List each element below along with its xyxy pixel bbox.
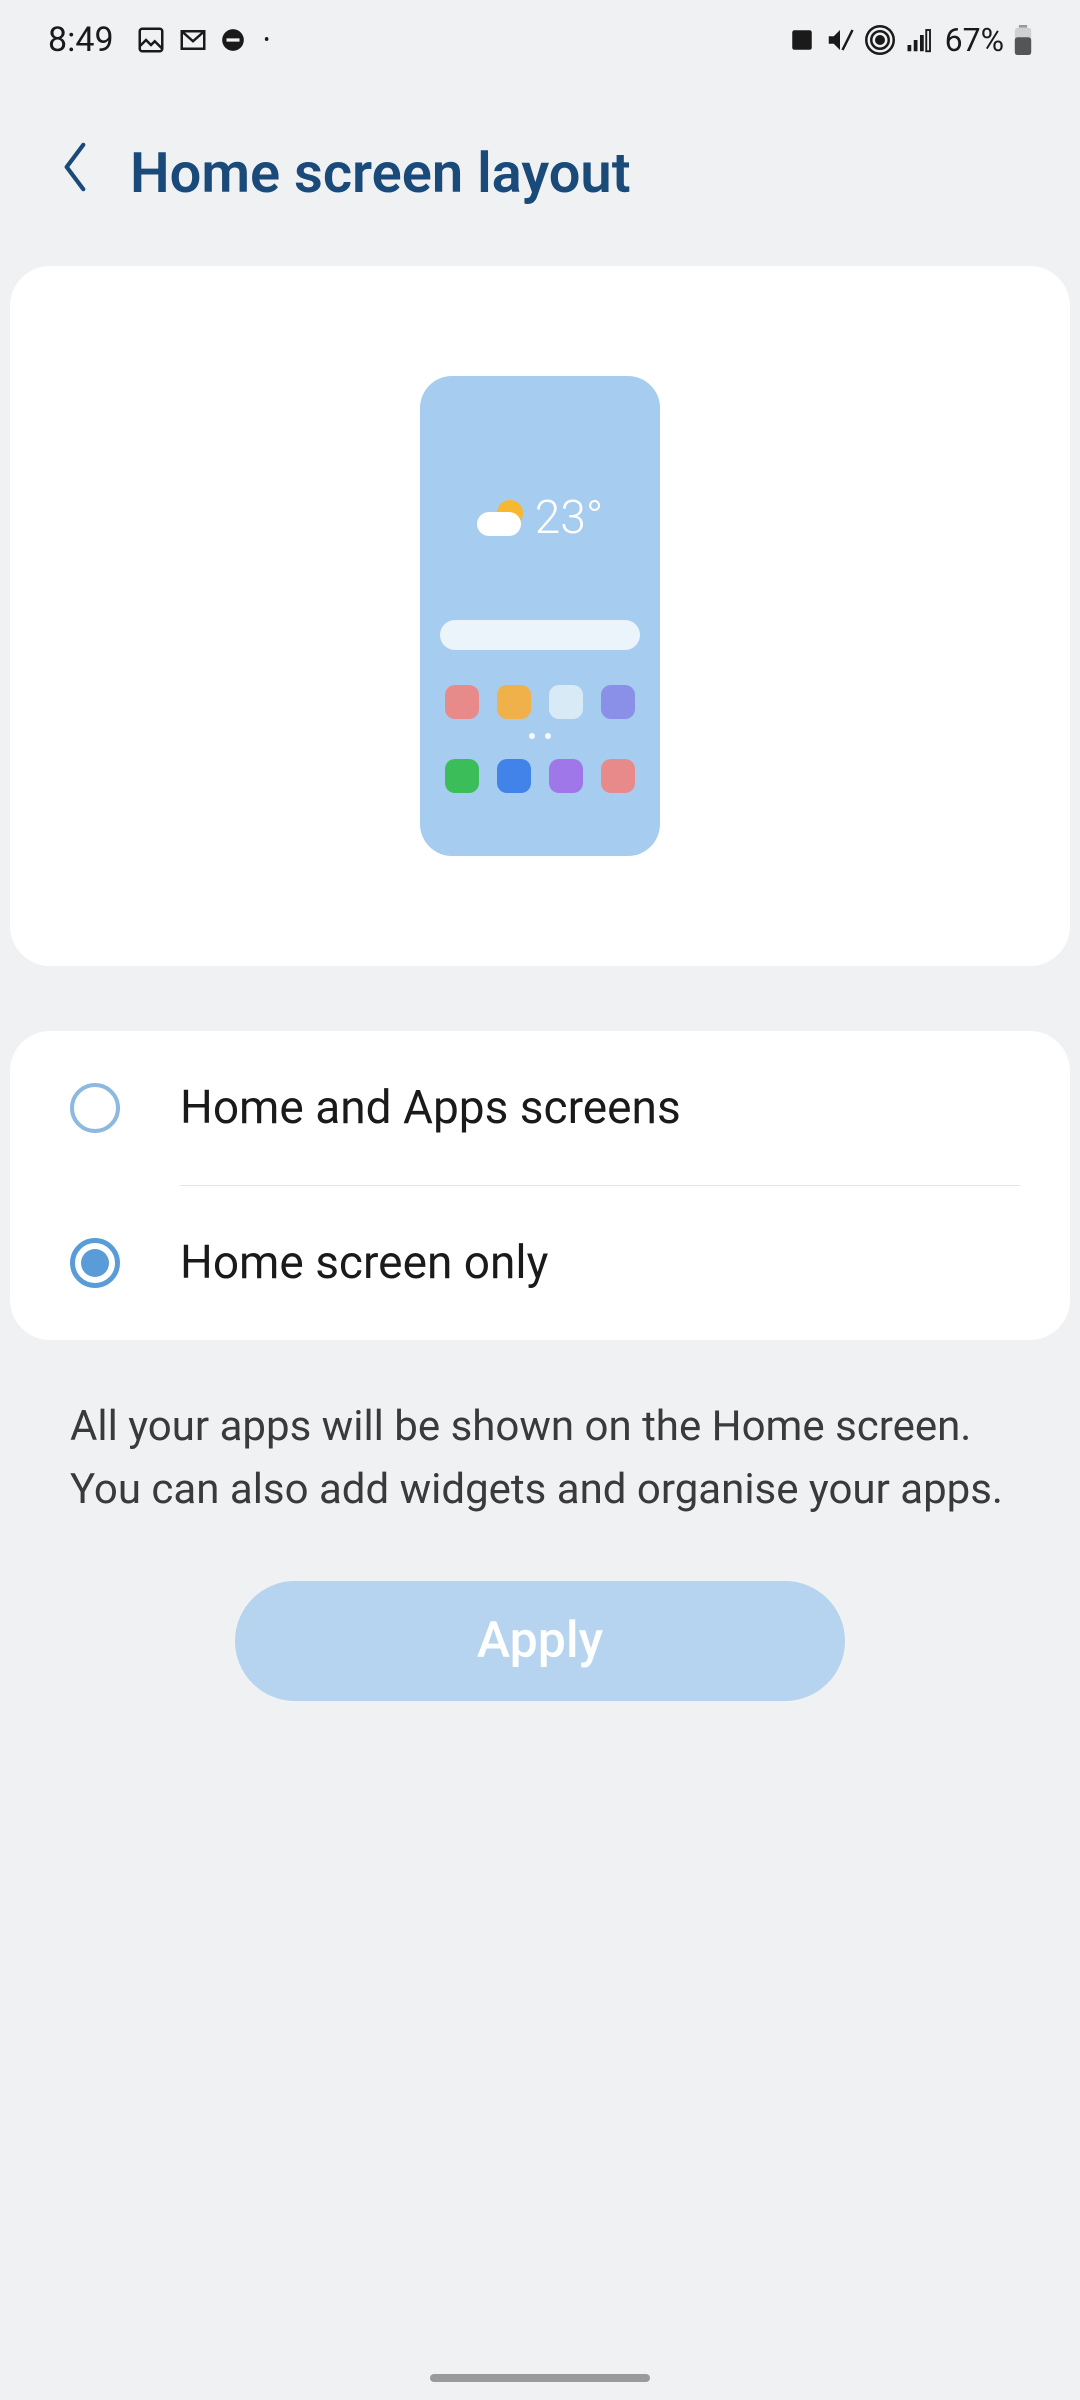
battery-percent: 67% <box>945 21 1004 59</box>
option-home-and-apps[interactable]: Home and Apps screens <box>10 1031 1070 1185</box>
gmail-icon <box>178 25 208 55</box>
page-indicator <box>529 733 551 739</box>
dot-icon: • <box>264 30 270 51</box>
header: Home screen layout <box>0 80 1080 246</box>
option-label: Home and Apps screens <box>180 1081 681 1135</box>
gesture-bar[interactable] <box>430 2374 650 2382</box>
description-text: All your apps will be shown on the Home … <box>0 1340 1080 1521</box>
signal-icon <box>905 25 935 55</box>
hotspot-icon <box>865 25 895 55</box>
dock-row <box>445 759 635 793</box>
app-tile-icon <box>789 27 815 53</box>
app-icon-row <box>445 685 635 719</box>
status-left: 8:49 • <box>48 20 270 60</box>
option-label: Home screen only <box>180 1236 548 1290</box>
image-icon <box>136 25 166 55</box>
phone-mockup: 23° <box>420 376 660 856</box>
preview-card: 23° <box>10 266 1070 966</box>
weather-temp: 23° <box>535 491 603 545</box>
mock-app-icon <box>601 685 635 719</box>
radio-unselected[interactable] <box>70 1083 120 1133</box>
mock-dock-icon <box>497 759 531 793</box>
weather-icon <box>477 500 527 536</box>
mock-dock-icon <box>549 759 583 793</box>
mute-vibrate-icon <box>825 25 855 55</box>
back-button[interactable] <box>60 142 90 204</box>
weather-widget: 23° <box>477 491 603 545</box>
option-home-only[interactable]: Home screen only <box>10 1186 1070 1340</box>
radio-selected[interactable] <box>70 1238 120 1288</box>
dnd-icon <box>220 27 246 53</box>
clock: 8:49 <box>48 20 114 60</box>
mock-dock-icon <box>445 759 479 793</box>
mock-app-icon <box>445 685 479 719</box>
status-bar: 8:49 • 67% <box>0 0 1080 80</box>
mock-app-icon <box>497 685 531 719</box>
battery-icon <box>1014 25 1032 55</box>
status-right: 67% <box>789 21 1032 59</box>
apply-button[interactable]: Apply <box>235 1581 845 1701</box>
mock-dock-icon <box>601 759 635 793</box>
search-bar-mock <box>440 620 640 650</box>
page-title: Home screen layout <box>130 140 631 206</box>
mock-app-icon <box>549 685 583 719</box>
options-card: Home and Apps screens Home screen only <box>10 1031 1070 1340</box>
